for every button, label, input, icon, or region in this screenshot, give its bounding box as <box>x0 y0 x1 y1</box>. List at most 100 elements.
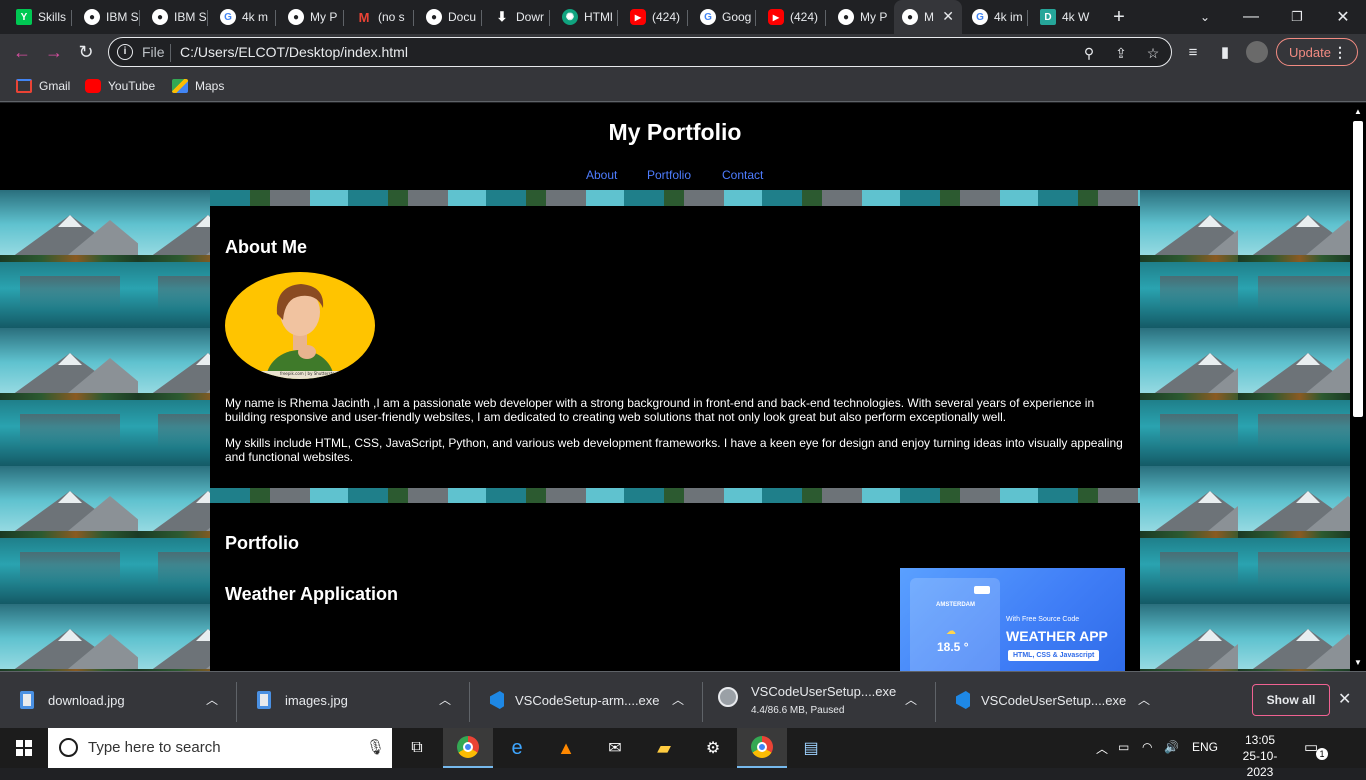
search-placeholder: Type here to search <box>88 739 221 756</box>
back-icon[interactable]: ← <box>8 38 36 66</box>
download-filename: VSCodeUserSetup....exe <box>751 684 897 699</box>
nav-link-contact[interactable]: Contact <box>722 168 763 182</box>
vlc-icon[interactable]: ▲ <box>541 728 591 768</box>
mock-button <box>974 586 990 594</box>
share-icon[interactable]: ⇪ <box>1111 43 1131 63</box>
tray-overflow-icon[interactable]: ︿ <box>1096 740 1108 757</box>
thumb-badge: HTML, CSS & Javascript <box>1008 650 1100 661</box>
url-text[interactable]: C:/Users/ELCOT/Desktop/index.html <box>180 44 408 60</box>
clock-time: 13:05 <box>1244 733 1276 747</box>
globe-icon: ● <box>152 9 168 25</box>
tab-my-p-1[interactable]: ● My P <box>280 3 344 31</box>
tab-downloads[interactable]: ⬇ Dowr <box>486 3 550 31</box>
scroll-up-icon[interactable]: ▲ <box>1354 107 1362 116</box>
taskbar-search-box[interactable]: Type here to search 🎙 <box>48 728 392 768</box>
about-paragraph-1: My name is Rhema Jacinth ,I am a passion… <box>225 396 1095 424</box>
start-button[interactable] <box>0 728 48 768</box>
chevron-up-icon[interactable]: ︿ <box>1138 691 1150 708</box>
chatgpt-icon: ✺ <box>562 9 578 25</box>
close-tab-icon[interactable]: ✕ <box>942 8 954 25</box>
scrollbar-thumb[interactable] <box>1353 121 1363 417</box>
file-explorer-icon[interactable]: ▰ <box>639 728 689 768</box>
reading-list-icon[interactable]: ≡ <box>1182 41 1204 63</box>
volume-icon[interactable]: 🔊 <box>1164 740 1179 754</box>
bookmark-youtube[interactable]: YouTube <box>85 77 155 95</box>
globe-icon: ● <box>84 9 100 25</box>
settings-icon[interactable]: ⚙ <box>688 728 738 768</box>
update-button[interactable]: Update ⋮ <box>1276 38 1358 66</box>
download-filename: VSCodeUserSetup....exe <box>981 693 1127 708</box>
download-item-paused[interactable]: VSCodeUserSetup....exe 4.4/86.6 MB, Paus… <box>703 672 936 729</box>
bookmark-gmail[interactable]: Gmail <box>16 77 70 95</box>
mock-city: AMSTERDAM <box>936 602 975 608</box>
notepad-icon[interactable]: ▤ <box>786 728 836 768</box>
tab-youtube-1[interactable]: ▶ (424) <box>622 3 688 31</box>
landscape-tile <box>0 466 138 604</box>
tab-active[interactable]: ● M ✕ <box>894 0 962 34</box>
download-item[interactable]: VSCodeSetup-arm....exe ︿ <box>470 672 703 729</box>
tab-google[interactable]: G Goog <box>692 3 756 31</box>
chevron-up-icon[interactable]: ︿ <box>439 691 451 708</box>
page-scrollbar[interactable]: ▲ ▼ <box>1350 103 1366 671</box>
landscape-tile <box>1238 604 1350 671</box>
wifi-icon[interactable]: ◠ <box>1142 740 1152 754</box>
address-bar[interactable]: i File C:/Users/ELCOT/Desktop/index.html… <box>108 37 1172 67</box>
download-item[interactable]: VSCodeUserSetup....exe ︿ <box>936 672 1169 729</box>
close-icon[interactable]: ✕ <box>1338 689 1351 709</box>
zoom-icon[interactable]: ⚲ <box>1079 43 1099 63</box>
forward-icon[interactable]: → <box>40 38 68 66</box>
gmail-icon: M <box>358 9 370 25</box>
side-panel-icon[interactable]: ▮ <box>1214 41 1236 63</box>
clock-date: 25-10-2023 <box>1242 749 1278 779</box>
chrome-profile-icon[interactable] <box>737 728 787 768</box>
chevron-up-icon[interactable]: ︿ <box>905 691 917 708</box>
tab-4k-w[interactable]: D 4k W <box>1032 3 1096 31</box>
mail-icon[interactable]: ✉ <box>590 728 640 768</box>
tab-4k-im[interactable]: G 4k im <box>964 3 1028 31</box>
tab-html[interactable]: ✺ HTMl <box>554 3 618 31</box>
tab-my-p-2[interactable]: ● My P <box>830 3 894 31</box>
microphone-icon[interactable]: 🎙 <box>366 738 385 756</box>
download-item[interactable]: download.jpg ︿ <box>0 672 237 729</box>
tab-label: My P <box>860 10 888 24</box>
close-window-icon[interactable]: ✕ <box>1332 6 1354 28</box>
new-tab-button[interactable]: + <box>1108 6 1130 28</box>
weather-app-thumbnail[interactable]: AMSTERDAM ☁ 18.5 ° With Free Source Code… <box>900 568 1125 671</box>
bookmark-maps[interactable]: Maps <box>172 77 224 95</box>
reload-icon[interactable]: ↻ <box>72 38 100 66</box>
tab-youtube-2[interactable]: ▶ (424) <box>760 3 826 31</box>
chevron-up-icon[interactable]: ︿ <box>206 691 218 708</box>
windows-taskbar: Type here to search 🎙 ⧉ e ▲ ✉ ▰ ⚙ ▤ ︿ ▭ … <box>0 728 1366 779</box>
scroll-down-icon[interactable]: ▼ <box>1354 658 1362 667</box>
language-indicator[interactable]: ENG <box>1192 740 1218 754</box>
nav-link-about[interactable]: About <box>586 168 617 182</box>
tab-4k-m[interactable]: G 4k m <box>212 3 276 31</box>
tab-search-icon[interactable]: ⌄ <box>1194 6 1216 28</box>
task-view-icon[interactable]: ⧉ <box>392 728 442 768</box>
menu-dots-icon[interactable]: ⋮ <box>1333 44 1347 61</box>
bookmark-label: YouTube <box>108 79 156 93</box>
landscape-tile <box>0 604 138 671</box>
tab-ibm-1[interactable]: ● IBM S <box>76 3 140 31</box>
restore-icon[interactable]: ❐ <box>1286 6 1308 28</box>
tab-label: (no s <box>378 10 405 24</box>
clock[interactable]: 13:05 25-10-2023 <box>1232 732 1288 780</box>
minimize-icon[interactable]: — <box>1240 6 1262 28</box>
show-all-button[interactable]: Show all <box>1252 684 1330 716</box>
bookmark-star-icon[interactable]: ☆ <box>1143 43 1163 63</box>
tab-gmail[interactable]: M (no s <box>348 3 414 31</box>
info-icon[interactable]: i <box>117 44 133 60</box>
chevron-up-icon[interactable]: ︿ <box>672 691 684 708</box>
battery-icon[interactable]: ▭ <box>1118 740 1129 754</box>
chrome-icon[interactable] <box>443 728 493 768</box>
edge-icon[interactable]: e <box>492 728 542 768</box>
url-scheme: File <box>142 44 165 60</box>
tab-ibm-2[interactable]: ● IBM S <box>144 3 208 31</box>
download-item[interactable]: images.jpg ︿ <box>237 672 470 729</box>
tab-skills[interactable]: Y Skills <box>8 3 72 31</box>
profile-avatar[interactable] <box>1246 41 1268 63</box>
tab-docu[interactable]: ● Docu <box>418 3 482 31</box>
image-file-icon <box>257 691 271 709</box>
nav-link-portfolio[interactable]: Portfolio <box>647 168 691 182</box>
tab-label: 4k W <box>1062 10 1090 24</box>
